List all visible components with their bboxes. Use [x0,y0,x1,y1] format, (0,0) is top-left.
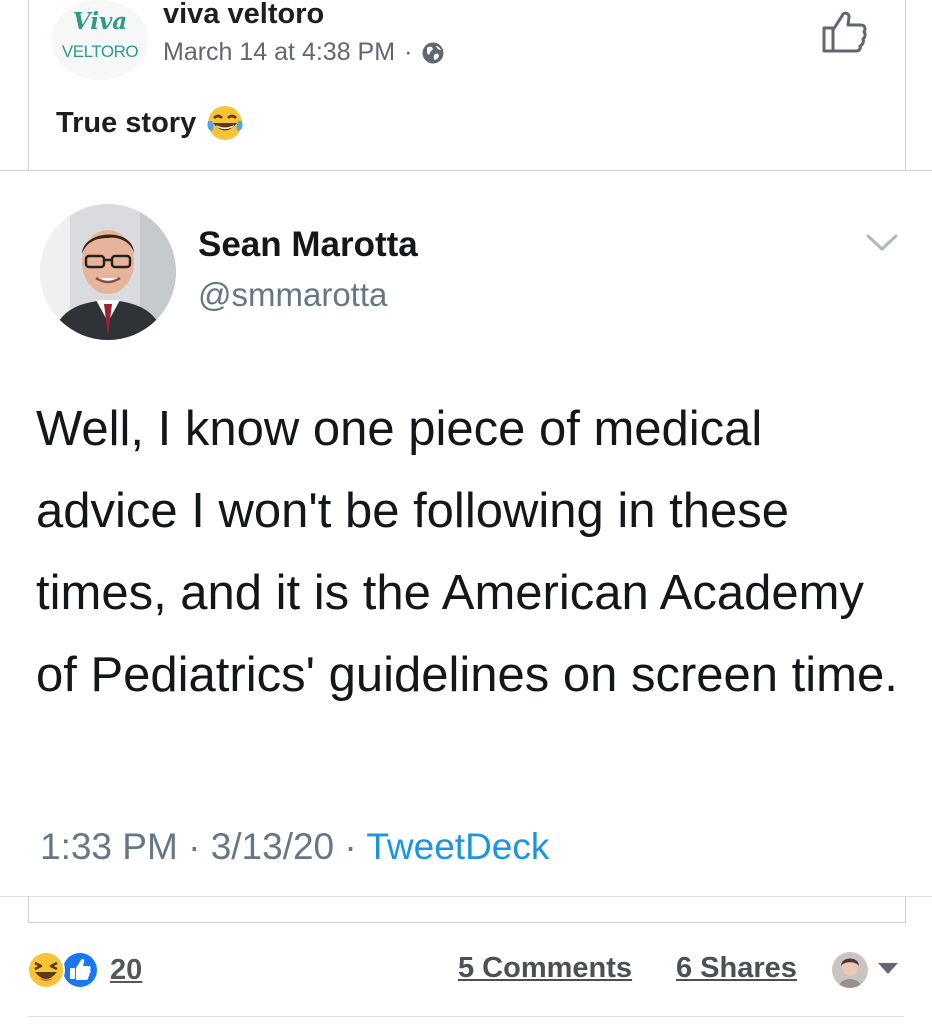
globe-icon[interactable] [421,41,445,65]
viewer-avatar[interactable] [832,952,868,988]
tweet-author-handle[interactable]: @smmarotta [198,276,387,314]
post-timestamp[interactable]: March 14 at 4:38 PM [163,38,395,67]
comments-link[interactable]: 5 Comments [458,952,632,985]
haha-reaction-icon [27,951,65,989]
logo-text-viva: Viva [72,8,128,35]
tweet-source-link[interactable]: TweetDeck [366,826,549,867]
caret-down-icon[interactable] [878,963,898,974]
divider [0,170,932,171]
tears-of-joy-emoji-icon [207,106,243,140]
tweet-date[interactable]: 3/13/20 [211,826,334,867]
post-card [28,0,906,170]
post-author-name[interactable]: viva veltoro [163,0,324,31]
meta-separator: · [404,38,413,66]
reaction-count[interactable]: 20 [110,954,142,987]
like-outline-icon[interactable] [818,8,868,54]
tweet-meta: 1:33 PM · 3/13/20 · TweetDeck [40,826,549,868]
meta-separator: · [344,826,357,867]
tweet-text: Well, I know one piece of medical advice… [36,402,898,702]
tweet-avatar[interactable] [40,204,176,340]
tweet-time[interactable]: 1:33 PM [40,826,178,867]
post-caption: True story [56,104,244,142]
reaction-summary[interactable]: 20 [26,950,142,990]
meta-separator: · [188,826,201,867]
post-card-bottom [28,896,906,923]
caption-text: True story [56,106,197,139]
tweet-author-name[interactable]: Sean Marotta [198,225,418,265]
logo-text-veltoro: VELTORO [61,42,139,61]
divider [28,1016,904,1017]
post-meta: March 14 at 4:38 PM · [163,38,445,67]
chevron-down-icon[interactable] [864,232,900,254]
like-reaction-icon [61,951,99,989]
shares-link[interactable]: 6 Shares [676,952,797,985]
page-avatar-logo[interactable]: Viva VELTORO [52,0,148,80]
